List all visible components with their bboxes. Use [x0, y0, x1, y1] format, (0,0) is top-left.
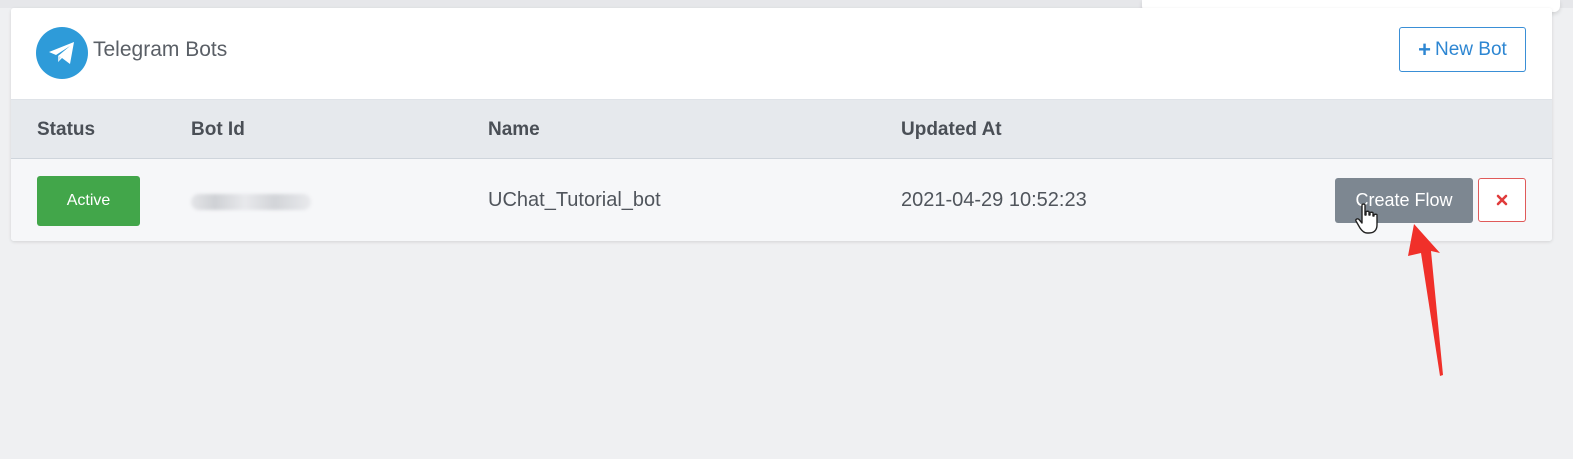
column-header-bot-id[interactable]: Bot Id: [191, 119, 245, 141]
delete-button[interactable]: [1478, 178, 1526, 222]
new-bot-label: New Bot: [1435, 38, 1507, 60]
telegram-bots-card: Telegram Bots + New Bot Status Bot Id Na…: [11, 8, 1552, 241]
table-row: Active UChat_Tutorial_bot 2021-04-29 10:…: [11, 159, 1552, 241]
table-header: Status Bot Id Name Updated At: [11, 100, 1552, 159]
card-header: Telegram Bots + New Bot: [11, 8, 1552, 100]
column-header-name[interactable]: Name: [488, 119, 540, 141]
column-header-status[interactable]: Status: [37, 119, 95, 141]
hand-cursor-icon: [1355, 203, 1378, 234]
bot-name: UChat_Tutorial_bot: [488, 189, 661, 211]
plus-icon: +: [1418, 36, 1432, 62]
status-badge: Active: [37, 176, 140, 226]
new-bot-button[interactable]: + New Bot: [1399, 27, 1526, 72]
annotation-arrow: [1408, 224, 1443, 376]
updated-at: 2021-04-29 10:52:23: [901, 189, 1087, 211]
bot-id-redacted: [191, 194, 311, 210]
telegram-icon: [36, 27, 88, 79]
column-header-updated-at[interactable]: Updated At: [901, 119, 1002, 141]
close-icon: [1496, 194, 1508, 206]
card-title: Telegram Bots: [93, 38, 228, 61]
